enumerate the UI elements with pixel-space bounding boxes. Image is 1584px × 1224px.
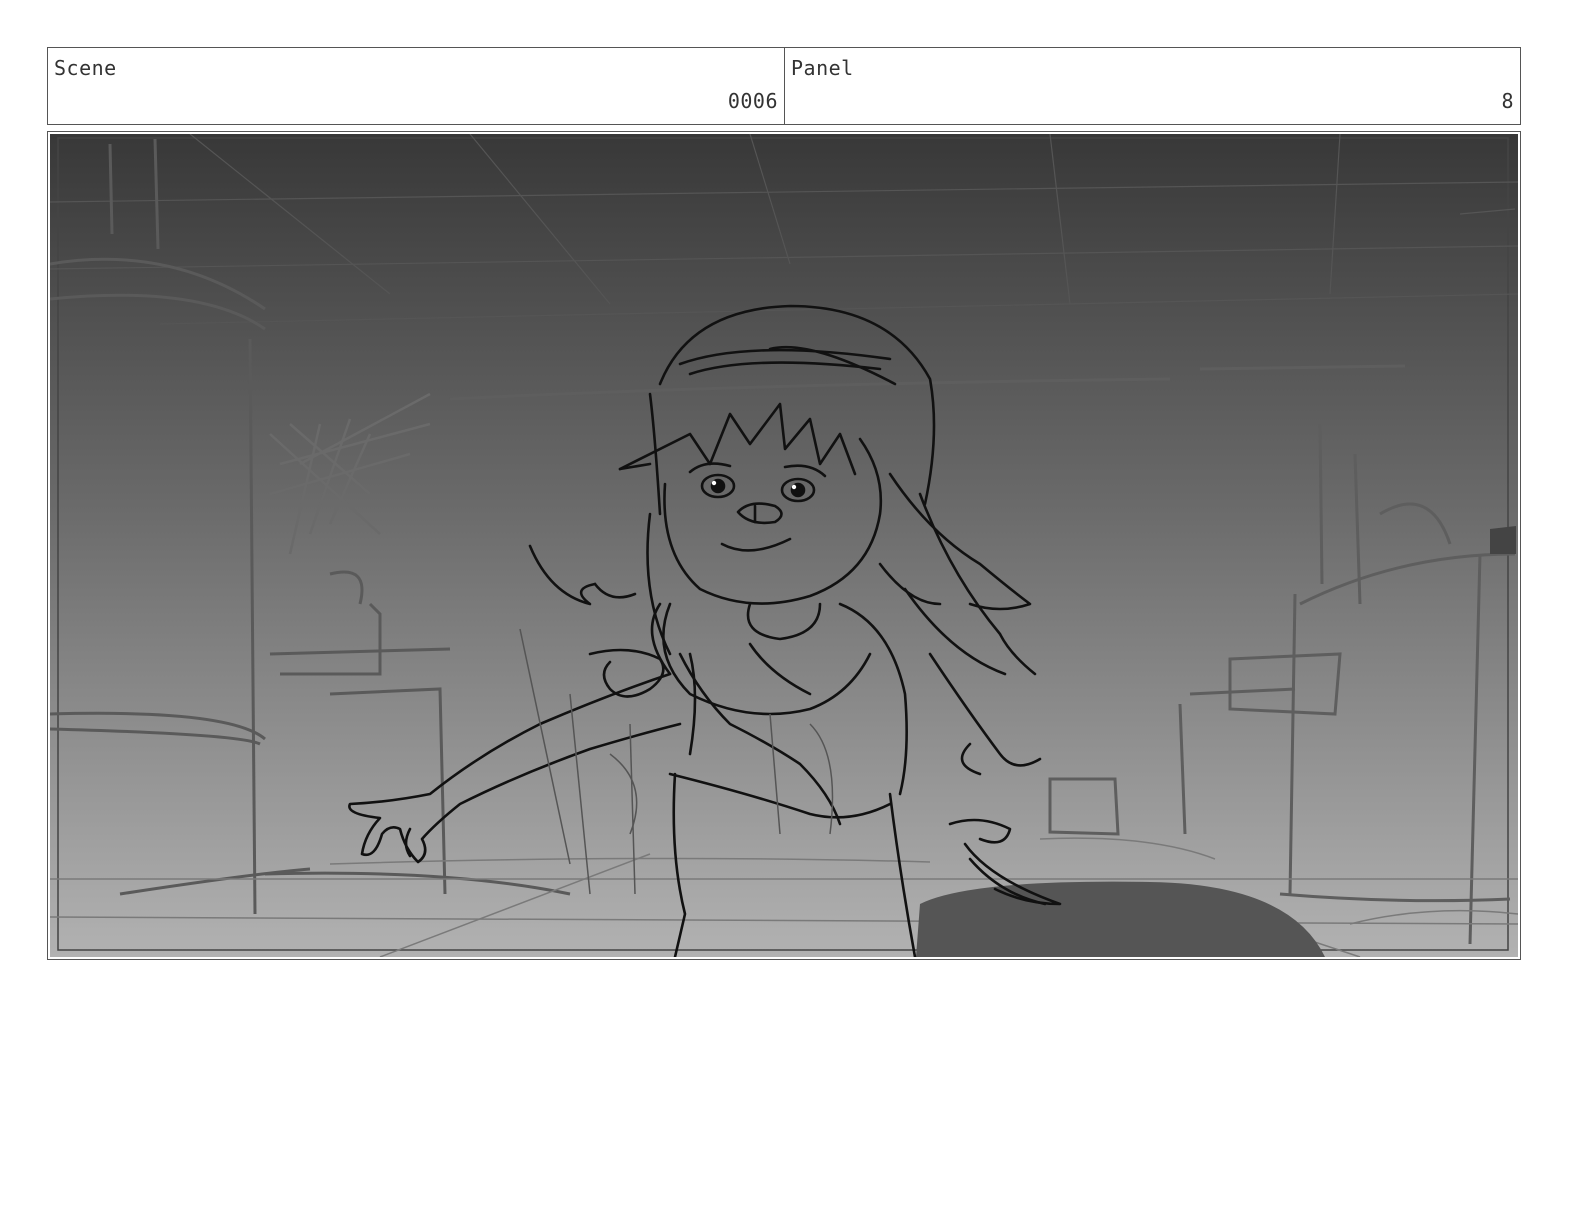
scene-cell: Scene 0006 — [48, 48, 785, 124]
storyboard-header: Scene 0006 Panel 8 — [47, 47, 1521, 125]
scene-label: Scene — [54, 56, 117, 80]
right-dark-patch — [1490, 526, 1516, 554]
panel-number: 8 — [1501, 89, 1514, 113]
storyboard-drawing — [50, 134, 1518, 957]
sketch-svg — [50, 134, 1518, 957]
panel-cell: Panel 8 — [785, 48, 1520, 124]
panel-label: Panel — [791, 56, 854, 80]
scene-number: 0006 — [727, 89, 778, 113]
